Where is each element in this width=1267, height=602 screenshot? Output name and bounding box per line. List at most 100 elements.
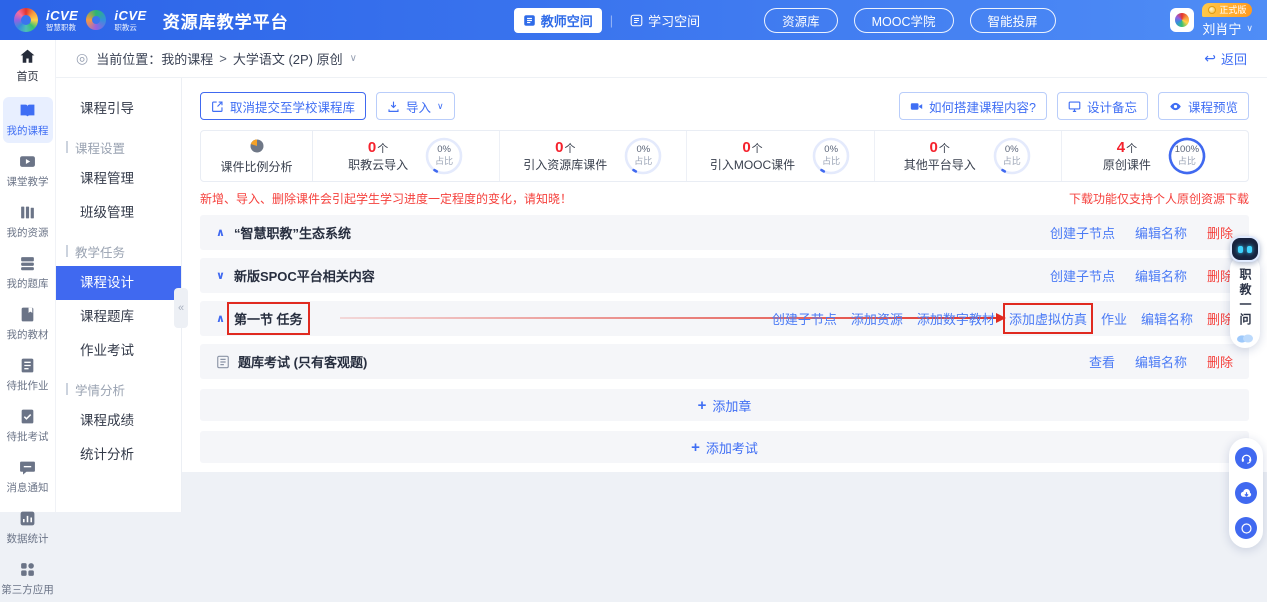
add-virtual-simulation-link annotation-target[interactable]: 添加虚拟仿真 <box>1009 309 1087 328</box>
expand-caret-icon[interactable]: ∨ <box>216 269 225 282</box>
sidebar-item-label: 我的课程 <box>7 123 49 138</box>
create-child-node-link[interactable]: 创建子节点 <box>772 309 837 328</box>
sidebar-item-home[interactable]: 首页 <box>17 48 39 84</box>
edit-name-link[interactable]: 编辑名称 <box>1141 309 1193 328</box>
notice-right: 下载功能仅支持个人原创资源下载 <box>1069 190 1249 207</box>
ratio-analysis-block: 课件比例分析 <box>201 131 313 181</box>
ai-assistant-widget[interactable]: 职教一问 <box>1227 236 1263 348</box>
section-bar <box>66 245 68 257</box>
menu-item-course-design[interactable]: 课程设计 <box>56 266 181 300</box>
more-action-button[interactable] <box>1235 517 1257 539</box>
import-button[interactable]: 导入 ∨ <box>376 92 455 120</box>
how-to-build-button[interactable]: 如何搭建课程内容? <box>899 92 1047 120</box>
breadcrumb-separator: > <box>219 51 227 66</box>
sidebar-item-third-party-apps[interactable]: 第三方应用 <box>3 556 53 602</box>
notice-row: 新增、导入、删除课件会引起学生学习进度一定程度的变化，请知晓！ 下载功能仅支持个… <box>200 190 1249 207</box>
sidebar-item-pending-homework[interactable]: 待批作业 <box>3 352 53 398</box>
sidebar-item-my-resources[interactable]: 我的资源 <box>3 199 53 245</box>
tab-learning-space[interactable]: 学习空间 <box>621 8 709 33</box>
edit-name-link[interactable]: 编辑名称 <box>1135 223 1187 242</box>
sidebar-item-label: 我的资源 <box>7 225 49 240</box>
headset-icon <box>1240 452 1253 465</box>
stat-label: 原创课件 <box>1103 159 1151 173</box>
create-child-node-link[interactable]: 创建子节点 <box>1050 266 1115 285</box>
add-chapter-button[interactable]: + 添加章 <box>200 389 1249 421</box>
course-preview-button[interactable]: 课程预览 <box>1158 92 1249 120</box>
chapter-row: ∨ 新版SPOC平台相关内容 创建子节点 编辑名称 删除 <box>200 258 1249 293</box>
breadcrumb-caret-icon[interactable]: ∨ <box>350 53 357 64</box>
sidebar-item-label: 第三方应用 <box>1 582 54 597</box>
collapse-caret-icon[interactable]: ∧ <box>216 312 225 325</box>
sidebar-item-home-label: 首页 <box>17 68 39 84</box>
sidebar-item-pending-exams[interactable]: 待批考试 <box>3 403 53 449</box>
edit-name-link[interactable]: 编辑名称 <box>1135 352 1187 371</box>
user-name: 刘肖宁 <box>1202 19 1241 38</box>
chapter-title: “智慧职教”生态系统 <box>234 223 351 242</box>
exam-doc-icon <box>216 355 230 369</box>
menu-item-course-question-bank[interactable]: 课程题库 <box>56 300 181 334</box>
stat-zhijiaoyun-import: 0个 职教云导入 0%占比 <box>313 131 499 181</box>
cancel-submit-button[interactable]: 取消提交至学校课程库 <box>200 92 366 120</box>
avatar-logo-icon <box>1175 13 1189 27</box>
medal-icon <box>1208 6 1216 14</box>
menu-item-course-guide[interactable]: 课程引导 <box>56 92 181 126</box>
chevron-down-icon: ∨ <box>1246 23 1253 34</box>
back-button[interactable]: ↩ 返回 <box>1204 49 1247 68</box>
stat-count: 0 <box>742 139 750 156</box>
sidebar-item-my-textbooks[interactable]: 我的教材 <box>3 301 53 347</box>
collapse-caret-icon[interactable]: ∧ <box>216 226 225 239</box>
stat-mooc-import: 0个 引入MOOC课件 0%占比 <box>686 131 873 181</box>
courseware-ratio-strip: 课件比例分析 0个 职教云导入 0%占比 0个 引入资源库课件 0%占比 <box>200 130 1249 182</box>
section-row: ∧ 第一节 任务 创建子节点 添加资源 添加数字教材 添加虚拟仿真 作业 编辑名… <box>200 301 1249 336</box>
sidebar-collapse-handle[interactable]: « <box>174 288 188 328</box>
sidebar-item-label: 我的教材 <box>7 327 49 342</box>
space-switcher: 教师空间 | 学习空间 <box>514 8 709 33</box>
resource-library-button[interactable]: 资源库 <box>764 8 838 33</box>
question-bank-icon <box>19 255 36 272</box>
add-digital-textbook-link[interactable]: 添加数字教材 <box>917 309 995 328</box>
logo-secondary-sub: 职教云 <box>114 24 146 32</box>
icve-zhijiaoyun-logo-icon <box>86 10 106 30</box>
breadcrumb-root[interactable]: 我的课程 <box>161 49 213 68</box>
stat-count: 4 <box>1117 139 1125 156</box>
homework-link[interactable]: 作业 <box>1101 309 1127 328</box>
cloud-download-button[interactable] <box>1235 482 1257 504</box>
back-icon: ↩ <box>1204 50 1216 67</box>
export-doc-icon <box>211 100 224 113</box>
menu-item-homework-exam[interactable]: 作业考试 <box>56 334 181 368</box>
primary-sidebar: 首页 我的课程 课堂教学 我的资源 我的题库 我的教材 待批作业 待批考试 消息… <box>0 40 56 512</box>
add-resource-link[interactable]: 添加资源 <box>851 309 903 328</box>
chapter-row: ∧ “智慧职教”生态系统 创建子节点 编辑名称 删除 <box>200 215 1249 250</box>
delete-link[interactable]: 删除 <box>1207 352 1233 371</box>
sidebar-item-classroom-teaching[interactable]: 课堂教学 <box>3 148 53 194</box>
edit-name-link[interactable]: 编辑名称 <box>1135 266 1187 285</box>
menu-item-course-grades[interactable]: 课程成绩 <box>56 404 181 438</box>
avatar[interactable] <box>1170 8 1194 32</box>
smart-screencast-button[interactable]: 智能投屏 <box>970 8 1056 33</box>
menu-item-class-management[interactable]: 班级管理 <box>56 196 181 230</box>
breadcrumb-current: 大学语文 (2P) 原创 <box>233 49 343 68</box>
tab-teacher-space-label: 教师空间 <box>541 11 593 30</box>
sidebar-item-my-question-bank[interactable]: 我的题库 <box>3 250 53 296</box>
brand: iCVE 智慧职教 iCVE 职教云 资源库教学平台 <box>14 8 289 33</box>
mooc-academy-button[interactable]: MOOC学院 <box>854 8 954 33</box>
menu-item-statistical-analysis[interactable]: 统计分析 <box>56 438 181 472</box>
nav-separator: | <box>610 13 613 28</box>
create-child-node-link[interactable]: 创建子节点 <box>1050 223 1115 242</box>
sidebar-item-my-courses[interactable]: 我的课程 <box>3 97 53 143</box>
toolbar: 取消提交至学校课程库 导入 ∨ 如何搭建课程内容? 设计备忘 课程预览 <box>200 92 1249 120</box>
exam-row: 题库考试 (只有客观题) 查看 编辑名称 删除 <box>200 344 1249 379</box>
view-link[interactable]: 查看 <box>1089 352 1115 371</box>
monitor-icon <box>1068 100 1081 113</box>
menu-item-course-management[interactable]: 课程管理 <box>56 162 181 196</box>
design-memo-button[interactable]: 设计备忘 <box>1057 92 1148 120</box>
icve-zhijiaoyun-logo-text: iCVE 职教云 <box>114 9 146 32</box>
sidebar-item-messages[interactable]: 消息通知 <box>3 454 53 500</box>
stat-resource-library-import: 0个 引入资源库课件 0%占比 <box>499 131 686 181</box>
tab-teacher-space[interactable]: 教师空间 <box>514 8 602 33</box>
customer-service-button[interactable] <box>1235 447 1257 469</box>
plus-icon: + <box>691 439 700 456</box>
user-menu[interactable]: 刘肖宁 ∨ <box>1202 19 1253 38</box>
add-exam-button[interactable]: + 添加考试 <box>200 431 1249 463</box>
sidebar-item-label: 我的题库 <box>7 276 49 291</box>
